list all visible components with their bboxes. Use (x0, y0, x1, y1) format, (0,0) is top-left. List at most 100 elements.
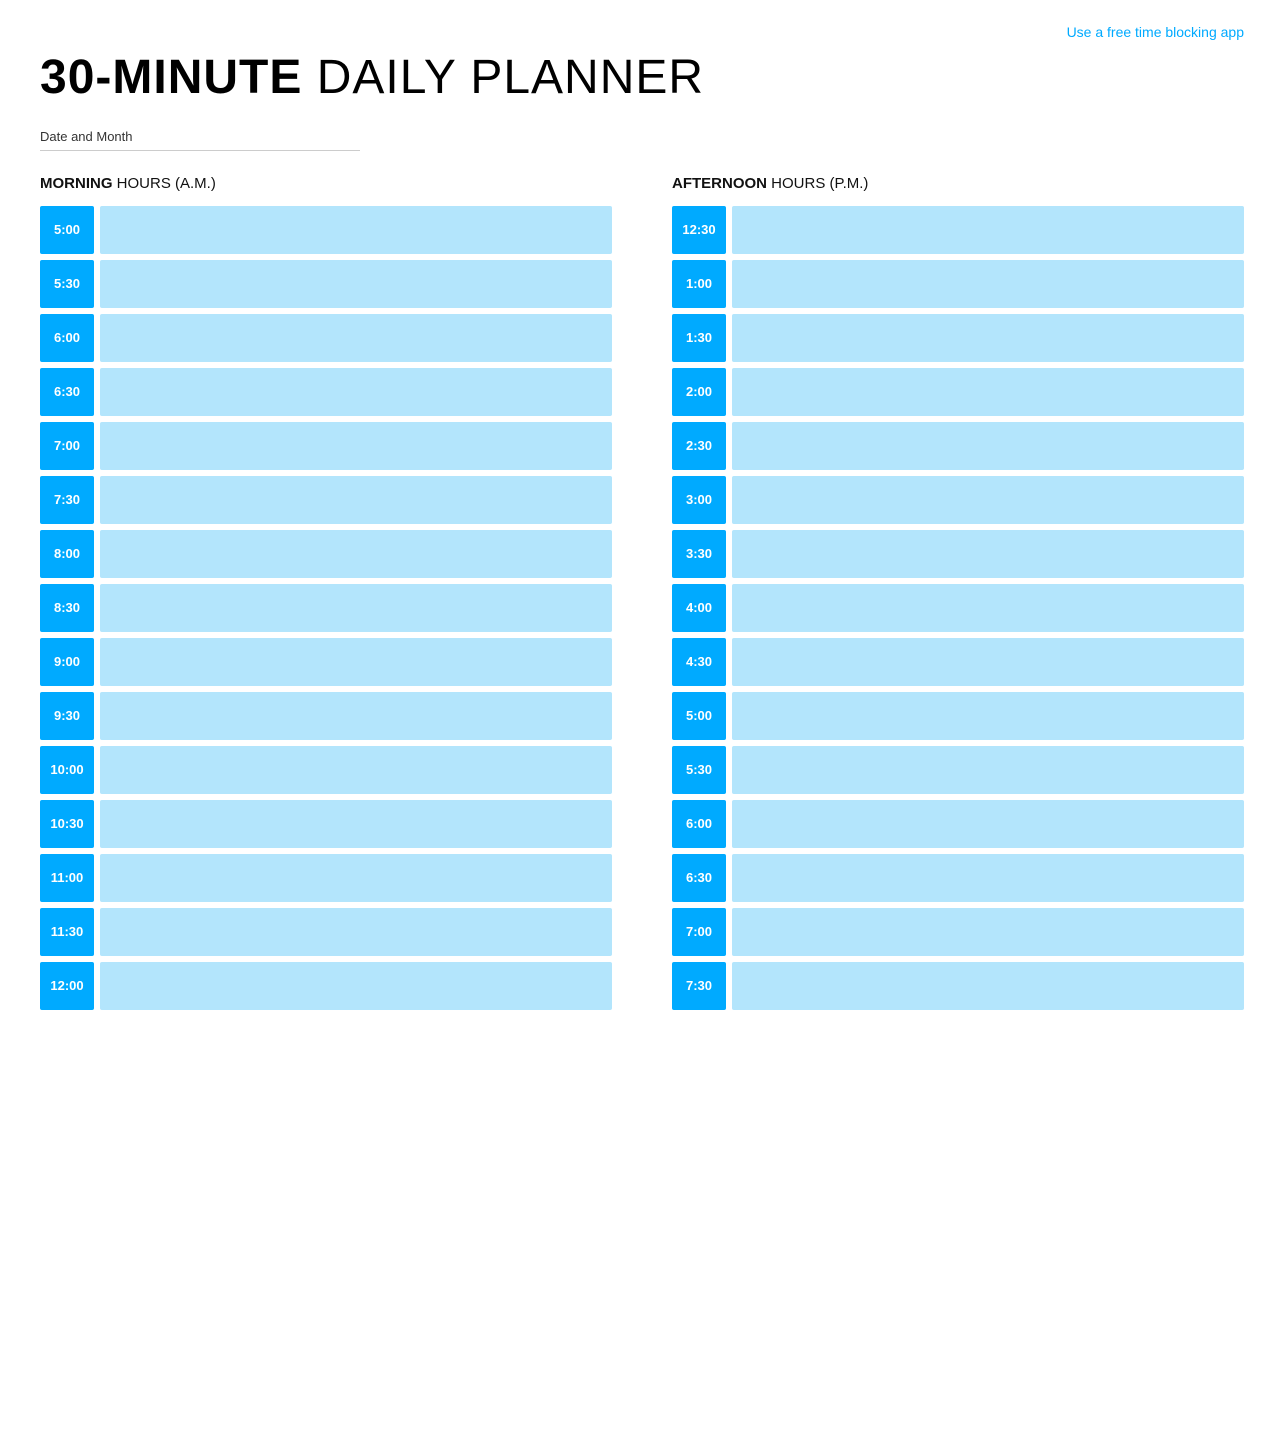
time-block[interactable] (732, 260, 1244, 308)
time-row: 6:00 (40, 314, 612, 362)
time-block[interactable] (732, 746, 1244, 794)
time-badge: 4:00 (672, 584, 726, 632)
time-badge: 1:30 (672, 314, 726, 362)
page-title: 30-MINUTE DAILY PLANNER (40, 52, 1244, 105)
afternoon-header-bold: AFTERNOON (672, 175, 767, 192)
top-link-container: Use a free time blocking app (40, 24, 1244, 42)
time-row: 11:30 (40, 908, 612, 956)
afternoon-column: AFTERNOON HOURS (P.M.) 12:30 1:00 1:30 2:00… (672, 175, 1244, 1016)
time-row: 7:30 (40, 476, 612, 524)
time-block[interactable] (732, 800, 1244, 848)
time-block[interactable] (732, 206, 1244, 254)
time-block[interactable] (100, 692, 612, 740)
time-block[interactable] (732, 692, 1244, 740)
time-row: 5:00 (672, 692, 1244, 740)
time-block[interactable] (732, 422, 1244, 470)
time-block[interactable] (732, 584, 1244, 632)
time-row: 6:30 (40, 368, 612, 416)
date-divider (40, 150, 360, 151)
time-badge: 12:30 (672, 206, 726, 254)
time-row: 8:00 (40, 530, 612, 578)
time-badge: 6:30 (672, 854, 726, 902)
time-badge: 10:30 (40, 800, 94, 848)
title-bold: 30-MINUTE (40, 51, 302, 104)
morning-column: MORNING HOURS (A.M.) 5:00 5:30 6:00 6:30 7:0… (40, 175, 612, 1016)
time-badge: 6:30 (40, 368, 94, 416)
time-block[interactable] (100, 260, 612, 308)
time-block[interactable] (732, 854, 1244, 902)
time-block[interactable] (100, 584, 612, 632)
time-block[interactable] (732, 368, 1244, 416)
time-row: 1:00 (672, 260, 1244, 308)
time-block[interactable] (100, 530, 612, 578)
time-badge: 2:00 (672, 368, 726, 416)
time-row: 2:30 (672, 422, 1244, 470)
time-badge: 5:00 (672, 692, 726, 740)
time-row: 2:00 (672, 368, 1244, 416)
time-row: 4:30 (672, 638, 1244, 686)
time-block[interactable] (732, 476, 1244, 524)
time-badge: 11:30 (40, 908, 94, 956)
time-badge: 5:00 (40, 206, 94, 254)
time-block[interactable] (100, 476, 612, 524)
time-block[interactable] (100, 206, 612, 254)
time-badge: 7:00 (672, 908, 726, 956)
time-badge: 1:00 (672, 260, 726, 308)
time-block[interactable] (100, 854, 612, 902)
time-row: 12:00 (40, 962, 612, 1010)
time-badge: 12:00 (40, 962, 94, 1010)
title-rest: DAILY PLANNER (302, 51, 704, 104)
time-row: 3:00 (672, 476, 1244, 524)
time-blocking-link[interactable]: Use a free time blocking app (1067, 24, 1244, 40)
time-row: 7:30 (672, 962, 1244, 1010)
time-row: 8:30 (40, 584, 612, 632)
date-label: Date and Month (40, 129, 1244, 144)
date-section: Date and Month (40, 129, 1244, 151)
time-badge: 5:30 (672, 746, 726, 794)
time-row: 1:30 (672, 314, 1244, 362)
time-block[interactable] (100, 746, 612, 794)
time-row: 10:30 (40, 800, 612, 848)
time-badge: 7:30 (672, 962, 726, 1010)
time-block[interactable] (100, 638, 612, 686)
time-badge: 9:30 (40, 692, 94, 740)
morning-header-rest: HOURS (A.M.) (113, 175, 216, 192)
time-badge: 8:00 (40, 530, 94, 578)
time-badge: 11:00 (40, 854, 94, 902)
time-badge: 7:30 (40, 476, 94, 524)
time-block[interactable] (732, 314, 1244, 362)
time-block[interactable] (100, 422, 612, 470)
time-badge: 8:30 (40, 584, 94, 632)
time-row: 9:00 (40, 638, 612, 686)
time-row: 9:30 (40, 692, 612, 740)
afternoon-header: AFTERNOON HOURS (P.M.) (672, 175, 1244, 192)
time-badge: 6:00 (672, 800, 726, 848)
time-badge: 9:00 (40, 638, 94, 686)
time-row: 6:00 (672, 800, 1244, 848)
time-block[interactable] (732, 908, 1244, 956)
time-row: 7:00 (672, 908, 1244, 956)
time-badge: 5:30 (40, 260, 94, 308)
time-badge: 6:00 (40, 314, 94, 362)
time-badge: 3:30 (672, 530, 726, 578)
time-block[interactable] (732, 962, 1244, 1010)
time-block[interactable] (100, 314, 612, 362)
time-block[interactable] (100, 800, 612, 848)
time-row: 7:00 (40, 422, 612, 470)
time-row: 6:30 (672, 854, 1244, 902)
time-badge: 7:00 (40, 422, 94, 470)
time-badge: 10:00 (40, 746, 94, 794)
morning-rows: 5:00 5:30 6:00 6:30 7:00 7:30 8:00 8:30 9:00 9:30… (40, 206, 612, 1010)
time-row: 5:00 (40, 206, 612, 254)
time-block[interactable] (100, 962, 612, 1010)
time-badge: 2:30 (672, 422, 726, 470)
morning-header-bold: MORNING (40, 175, 113, 192)
time-block[interactable] (732, 530, 1244, 578)
time-block[interactable] (100, 368, 612, 416)
time-block[interactable] (732, 638, 1244, 686)
time-block[interactable] (100, 908, 612, 956)
time-columns: MORNING HOURS (A.M.) 5:00 5:30 6:00 6:30 7:0… (40, 175, 1244, 1016)
afternoon-header-rest: HOURS (P.M.) (767, 175, 868, 192)
time-badge: 4:30 (672, 638, 726, 686)
time-row: 5:30 (672, 746, 1244, 794)
